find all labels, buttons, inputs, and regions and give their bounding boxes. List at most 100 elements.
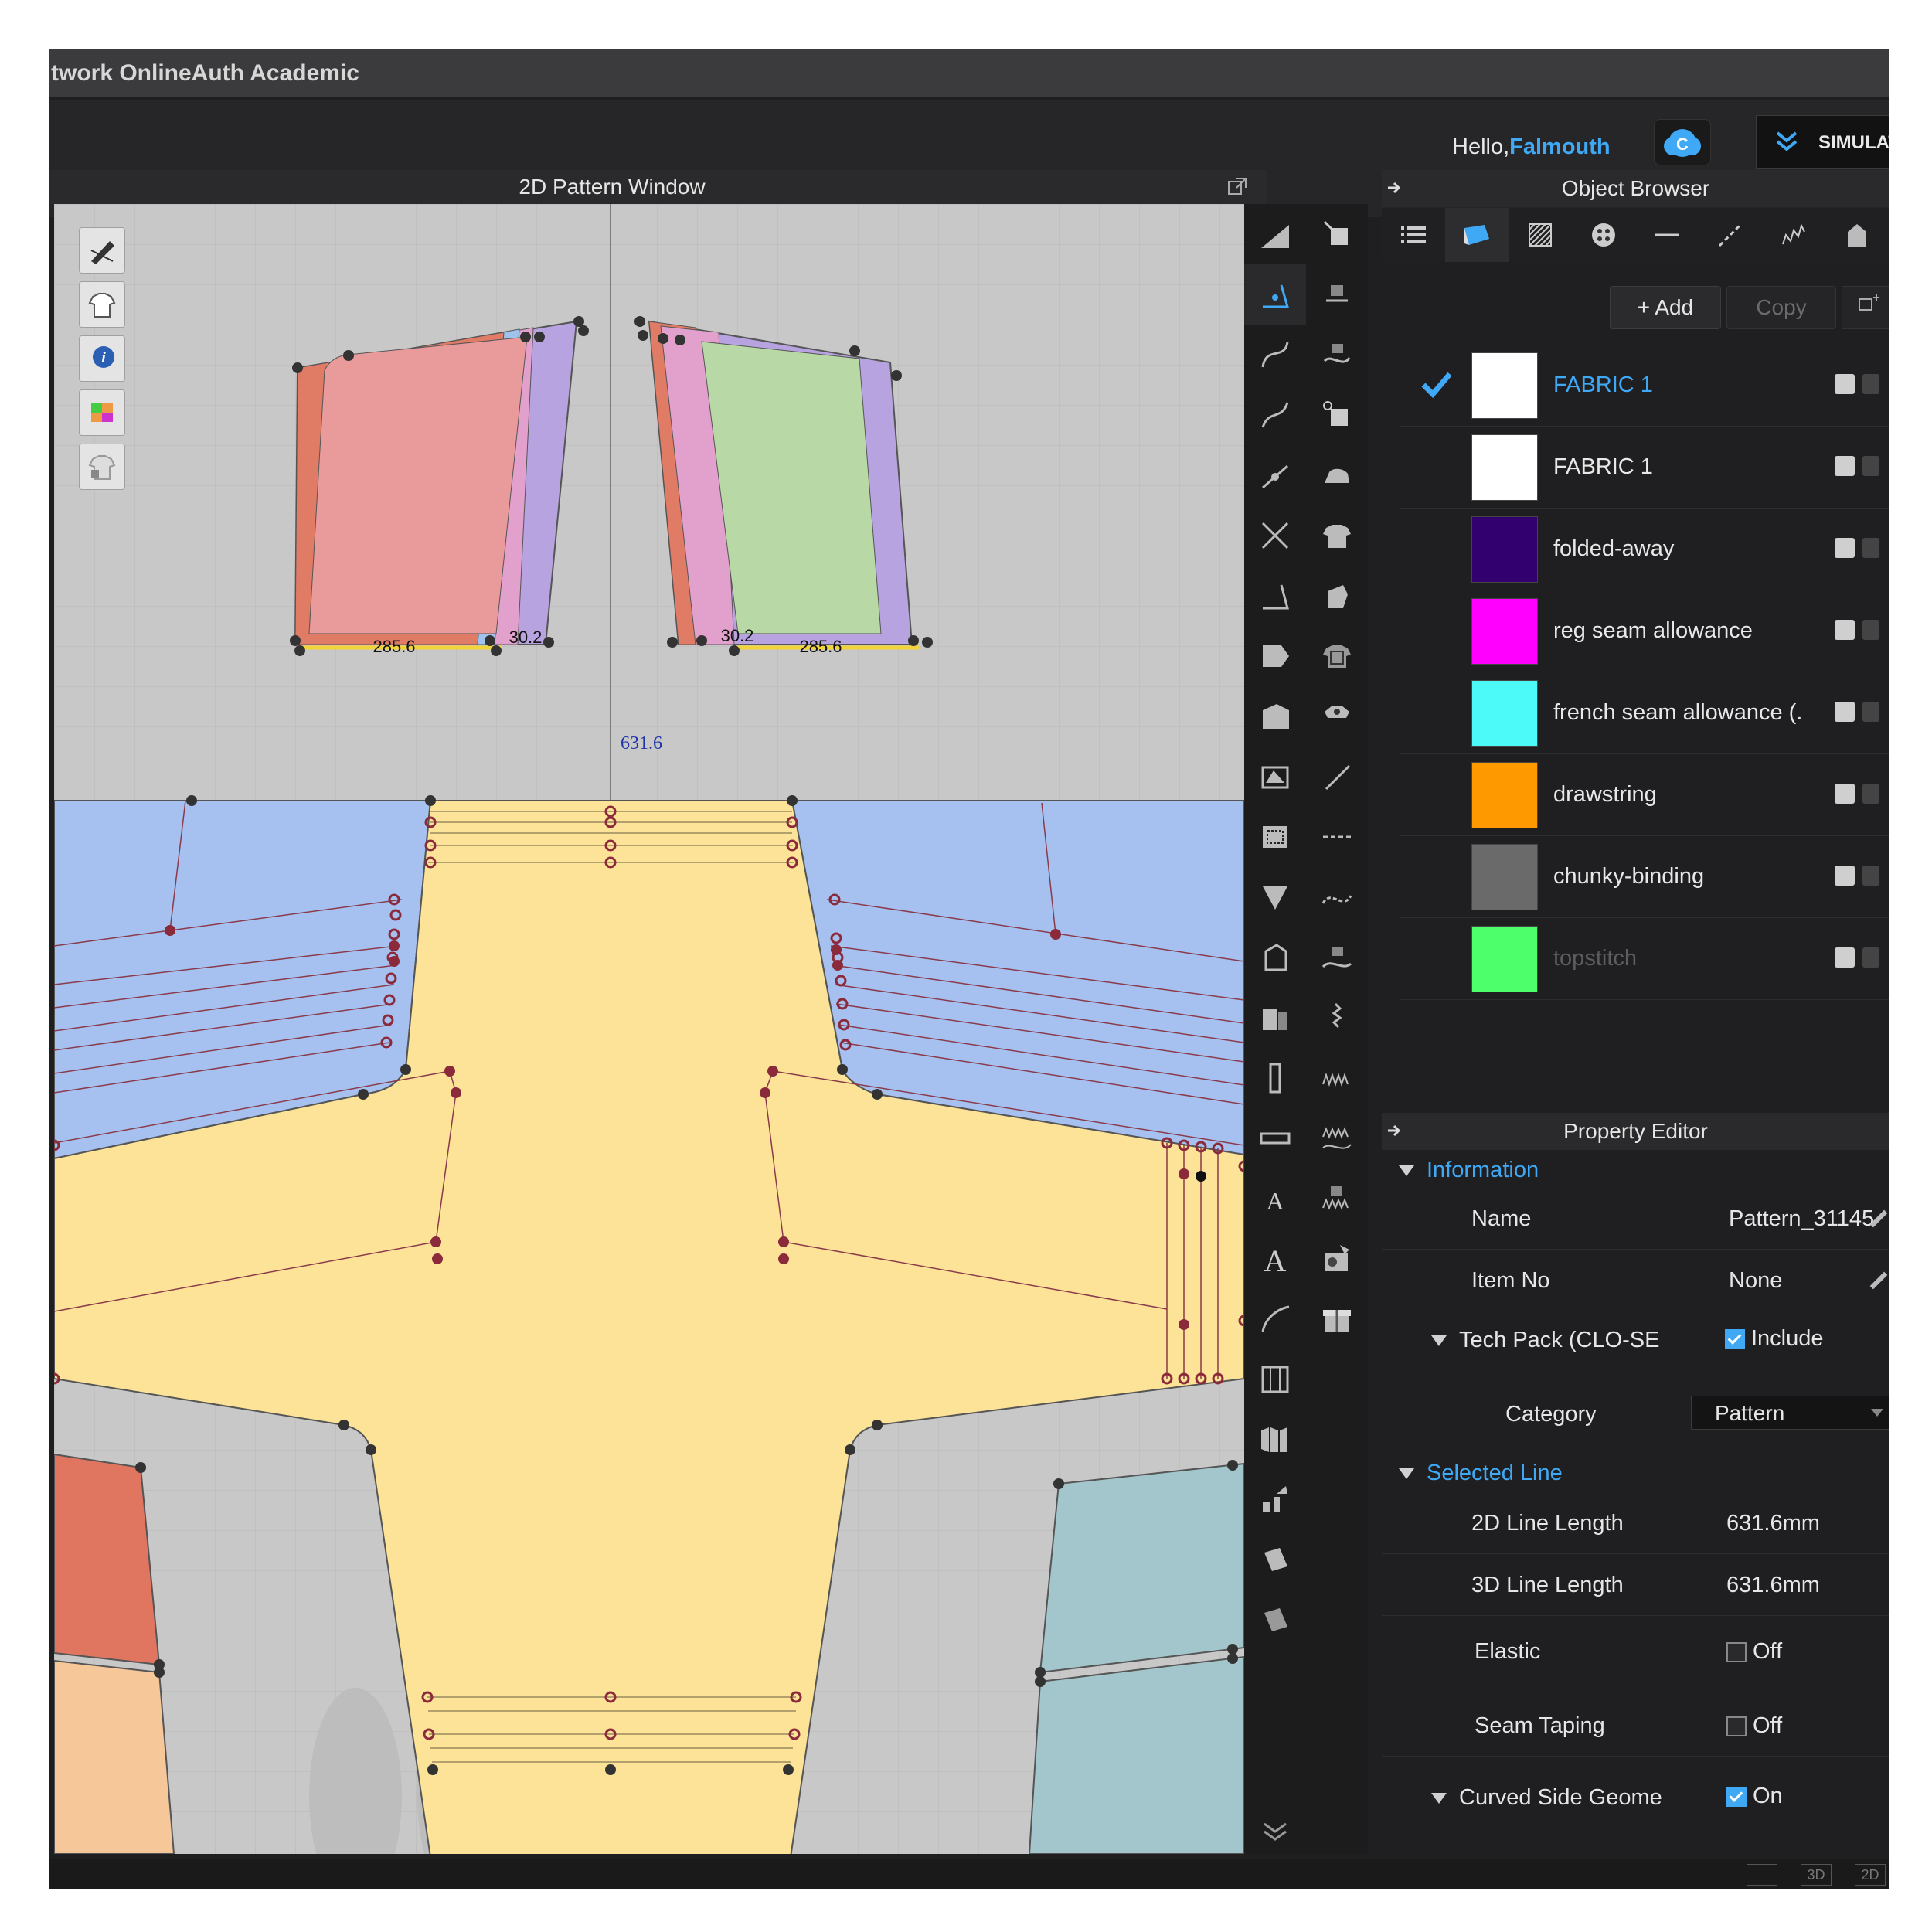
tack-icon[interactable] <box>1306 566 1368 626</box>
tech-pack-toggle[interactable]: Tech Pack (CLO-SE <box>1431 1328 1659 1353</box>
slash-spread-icon[interactable] <box>1244 1470 1306 1530</box>
internal-polygon-icon[interactable] <box>1244 747 1306 807</box>
edit-curve-point-icon[interactable] <box>1244 385 1306 445</box>
edit-sewing-icon[interactable] <box>1306 385 1368 445</box>
topstitch-icon[interactable] <box>1699 208 1762 262</box>
fabric-assign-icon[interactable] <box>1862 538 1879 558</box>
username-link[interactable]: Falmouth <box>1509 134 1611 159</box>
toolstrip-expand-icon[interactable] <box>1260 1819 1291 1846</box>
fabric-row[interactable]: chunky-binding <box>1400 836 1889 918</box>
panel-arrow-icon[interactable] <box>1386 1122 1403 1139</box>
panel-arrow-icon[interactable] <box>1386 179 1403 196</box>
add-button[interactable]: + Add <box>1610 286 1721 329</box>
tech-pack-include[interactable]: Include <box>1725 1326 1824 1352</box>
fabric-preview-icon[interactable] <box>1835 374 1855 394</box>
zigzag-stitch-icon[interactable] <box>1306 1048 1368 1108</box>
texture-icon[interactable] <box>1509 208 1572 262</box>
lower-piece-right-teal-lower[interactable] <box>1028 1655 1244 1854</box>
avatar-icon[interactable] <box>1825 208 1889 262</box>
fabric-row[interactable]: folded-away <box>1400 509 1889 590</box>
internal-rectangle-icon[interactable] <box>1244 807 1306 867</box>
fabric-preview-icon[interactable] <box>1835 702 1855 722</box>
fabric-row[interactable]: reg seam allowance <box>1400 590 1889 672</box>
fabric-swatch[interactable] <box>1471 680 1538 747</box>
elastic-toggle[interactable]: Off <box>1726 1621 1782 1682</box>
pattern-paste-icon[interactable] <box>1244 1590 1306 1651</box>
fabric-swatch[interactable] <box>1471 516 1538 583</box>
garment-fit-icon[interactable] <box>1306 505 1368 566</box>
transform-pattern-icon[interactable] <box>1244 204 1306 264</box>
lower-piece-left-peach[interactable] <box>54 1659 175 1854</box>
pleat-icon[interactable] <box>1244 1410 1306 1470</box>
free-sewing-icon[interactable] <box>1306 264 1368 325</box>
selected-line-section-toggle[interactable]: Selected Line <box>1399 1461 1563 1486</box>
line-tool-icon[interactable] <box>1306 747 1368 807</box>
fabric-row[interactable]: drawstring <box>1400 754 1889 836</box>
graphic-icon[interactable] <box>1306 686 1368 747</box>
fabric-swatch[interactable] <box>1471 844 1538 910</box>
edit-curvature-icon[interactable] <box>1244 325 1306 385</box>
text-large-icon[interactable]: A <box>1244 1229 1306 1289</box>
pen-tool-icon[interactable] <box>79 227 125 274</box>
zigzag-icon[interactable] <box>1762 208 1825 262</box>
more-options-button[interactable] <box>1842 286 1889 329</box>
seam-taping-checkbox[interactable] <box>1726 1716 1747 1737</box>
simulation-button[interactable]: SIMULAT <box>1756 115 1889 169</box>
segment-sewing-icon[interactable] <box>1306 204 1368 264</box>
fabric-assign-icon[interactable] <box>1862 866 1879 886</box>
fabric-icon[interactable] <box>1445 208 1509 262</box>
iron-icon[interactable] <box>1306 445 1368 505</box>
measure-icon[interactable] <box>1244 1108 1306 1168</box>
curved-side-on[interactable]: On <box>1726 1784 1783 1809</box>
2d-view-icon[interactable]: 2D <box>1855 1864 1886 1886</box>
seam-taping-toggle[interactable]: Off <box>1726 1696 1782 1756</box>
include-checkbox[interactable] <box>1725 1329 1745 1350</box>
fabric-row[interactable]: FABRIC 1 <box>1400 345 1889 427</box>
polygon-icon[interactable] <box>1244 626 1306 686</box>
tshirt-icon[interactable] <box>79 281 125 328</box>
m-n-sewing-icon[interactable] <box>1306 325 1368 385</box>
lock-tshirt-icon[interactable] <box>79 444 125 490</box>
text-small-icon[interactable]: A <box>1244 1168 1306 1229</box>
pattern-canvas[interactable]: 285.6 30.2 30.2 285.6 631.6 i <box>54 204 1244 1854</box>
fabric-preview-icon[interactable] <box>1835 456 1855 476</box>
pocket-piece-right[interactable] <box>648 320 920 650</box>
fabric-assign-icon[interactable] <box>1306 626 1368 686</box>
fabric-assign-icon[interactable] <box>1862 456 1879 476</box>
fabric-preview-icon[interactable] <box>1835 538 1855 558</box>
trace-icon[interactable] <box>1244 927 1306 988</box>
color-palette-icon[interactable] <box>79 389 125 436</box>
dart-icon[interactable] <box>1244 867 1306 927</box>
pen-curve-icon[interactable] <box>1244 1289 1306 1349</box>
fabric-row[interactable]: FABRIC 1 <box>1400 427 1889 509</box>
shirring-icon[interactable] <box>1306 1168 1368 1229</box>
split-view-icon[interactable] <box>1747 1864 1777 1886</box>
elastic-checkbox[interactable] <box>1726 1642 1747 1663</box>
pattern-copy-icon[interactable] <box>1244 1530 1306 1590</box>
elastic-stitch-icon[interactable] <box>1306 1108 1368 1168</box>
fabric-swatch[interactable] <box>1471 352 1538 419</box>
popout-icon[interactable] <box>1227 177 1247 197</box>
pattern-drawing[interactable]: 285.6 30.2 30.2 285.6 631.6 <box>54 204 1244 1854</box>
info-icon[interactable]: i <box>79 335 125 382</box>
edit-pencil-icon[interactable] <box>1869 1271 1888 1290</box>
puckering-icon[interactable] <box>1306 927 1368 988</box>
fabric-swatch[interactable] <box>1471 762 1538 828</box>
fold-icon[interactable] <box>1244 988 1306 1048</box>
dashed-line-icon[interactable] <box>1306 807 1368 867</box>
add-point-icon[interactable] <box>1244 445 1306 505</box>
cloud-sync-button[interactable]: C <box>1654 119 1711 165</box>
item-no-value[interactable]: None <box>1729 1250 1782 1311</box>
fabric-preview-icon[interactable] <box>1835 620 1855 640</box>
fabric-row[interactable]: french seam allowance (. <box>1400 672 1889 754</box>
name-value[interactable]: Pattern_31145 <box>1729 1189 1874 1249</box>
line-icon[interactable] <box>1635 208 1699 262</box>
fabric-assign-icon[interactable] <box>1862 784 1879 804</box>
fabric-preview-icon[interactable] <box>1835 784 1855 804</box>
pocket-piece-left[interactable] <box>294 320 578 650</box>
cut-line-icon[interactable] <box>1244 505 1306 566</box>
rectangle-icon[interactable] <box>1244 686 1306 747</box>
list-icon[interactable] <box>1382 208 1445 262</box>
fabric-assign-icon[interactable] <box>1862 947 1879 968</box>
zipper-icon[interactable] <box>1306 988 1368 1048</box>
